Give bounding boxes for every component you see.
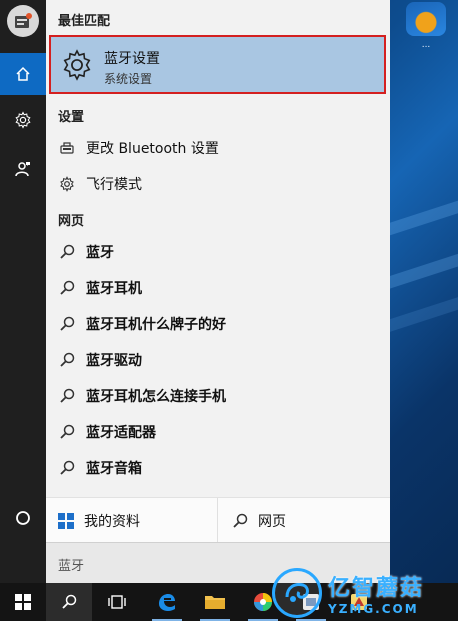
search-icon xyxy=(58,388,76,404)
best-match-header: 最佳匹配 xyxy=(58,14,111,29)
search-icon xyxy=(58,352,76,368)
my-stuff-button[interactable]: 我的资料 xyxy=(58,498,140,543)
search-scope-bar: 我的资料 网页 xyxy=(46,497,390,543)
web-result-item[interactable]: 蓝牙 耳机 xyxy=(46,271,390,305)
web-result-query: 蓝牙 xyxy=(86,389,114,405)
windows-logo-icon xyxy=(15,594,31,610)
power-button[interactable] xyxy=(0,497,46,539)
web-scope-label: 网页 xyxy=(258,513,286,530)
search-icon xyxy=(62,594,77,609)
gear-icon xyxy=(61,49,93,85)
web-result-query: 蓝牙 xyxy=(86,317,114,333)
app-logo-icon xyxy=(406,2,446,36)
web-result-item[interactable]: 蓝牙 音箱 xyxy=(46,451,390,485)
desktop-app-icon[interactable]: ... xyxy=(398,2,454,52)
home-button[interactable] xyxy=(0,53,46,95)
web-result-suffix: 耳机什么牌子的好 xyxy=(114,317,226,333)
watermark-logo xyxy=(272,568,322,618)
web-result-item[interactable]: 蓝牙 耳机怎么连接手机 xyxy=(46,379,390,413)
edge-button[interactable] xyxy=(144,583,190,621)
watermark: 亿智蘑菇 YZMG.COM xyxy=(272,565,458,621)
start-button[interactable] xyxy=(0,583,46,621)
web-result-item[interactable]: 蓝牙 驱动 xyxy=(46,343,390,377)
my-stuff-label: 我的资料 xyxy=(84,513,140,530)
power-icon xyxy=(16,511,30,525)
divider xyxy=(217,498,218,543)
web-result-suffix: 耳机怎么连接手机 xyxy=(114,389,226,405)
web-result-item[interactable]: 蓝牙 耳机什么牌子的好 xyxy=(46,307,390,341)
web-result-suffix: 驱动 xyxy=(114,353,142,369)
folder-icon xyxy=(205,596,225,609)
settings-rail-button[interactable] xyxy=(0,99,46,141)
start-menu-panel: 最佳匹配 蓝牙设置 系统设置 设置 更改 Bluetooth 设置 飞行模式 网… xyxy=(46,0,390,584)
settings-item-label: 飞行模式 xyxy=(86,177,142,193)
web-result-item[interactable]: 蓝牙 适配器 xyxy=(46,415,390,449)
feedback-rail-button[interactable] xyxy=(0,148,46,190)
settings-item-airplane[interactable]: 飞行模式 xyxy=(46,167,390,201)
best-match-title: 蓝牙设置 xyxy=(104,51,160,67)
search-icon xyxy=(58,424,76,440)
web-result-query: 蓝牙 xyxy=(86,461,114,477)
gear-icon xyxy=(15,111,31,129)
web-result-query: 蓝牙 xyxy=(86,281,114,297)
person-feedback-icon xyxy=(15,162,30,177)
web-result-query: 蓝牙 xyxy=(86,353,114,369)
watermark-title: 亿智蘑菇 xyxy=(328,576,425,601)
settings-item-bluetooth[interactable]: 更改 Bluetooth 设置 xyxy=(46,131,390,165)
web-result-item[interactable]: 蓝牙 xyxy=(46,235,390,269)
search-icon xyxy=(58,280,76,296)
web-result-query: 蓝牙 xyxy=(86,245,114,261)
windows-logo-icon xyxy=(58,512,74,529)
best-match-result[interactable]: 蓝牙设置 系统设置 xyxy=(49,35,386,94)
search-icon xyxy=(58,460,76,476)
desktop-icon-label: ... xyxy=(421,40,431,50)
edge-browser-icon xyxy=(159,594,175,611)
web-result-suffix: 音箱 xyxy=(114,461,142,477)
web-header: 网页 xyxy=(58,214,85,229)
watermark-url: YZMG.COM xyxy=(328,602,419,616)
task-view-button[interactable] xyxy=(94,583,140,621)
search-icon xyxy=(232,513,248,529)
settings-header: 设置 xyxy=(58,110,85,125)
web-result-query: 蓝牙 xyxy=(86,425,114,441)
settings-item-label: 更改 Bluetooth 设置 xyxy=(86,141,219,157)
bluetooth-device-icon xyxy=(58,141,76,155)
taskbar-search-button[interactable] xyxy=(46,583,92,621)
search-icon xyxy=(58,316,76,332)
web-result-suffix: 适配器 xyxy=(114,425,156,441)
user-account-button[interactable] xyxy=(0,0,46,42)
task-view-icon xyxy=(108,595,126,609)
start-left-rail xyxy=(0,0,46,583)
gear-icon xyxy=(58,176,76,192)
home-icon xyxy=(16,66,30,81)
web-result-suffix: 耳机 xyxy=(114,281,142,297)
search-icon xyxy=(58,244,76,260)
file-explorer-button[interactable] xyxy=(192,583,238,621)
web-scope-button[interactable]: 网页 xyxy=(232,498,286,543)
user-avatar-icon xyxy=(7,5,39,37)
best-match-subtitle: 系统设置 xyxy=(104,72,153,86)
color-wheel-icon xyxy=(254,593,272,611)
